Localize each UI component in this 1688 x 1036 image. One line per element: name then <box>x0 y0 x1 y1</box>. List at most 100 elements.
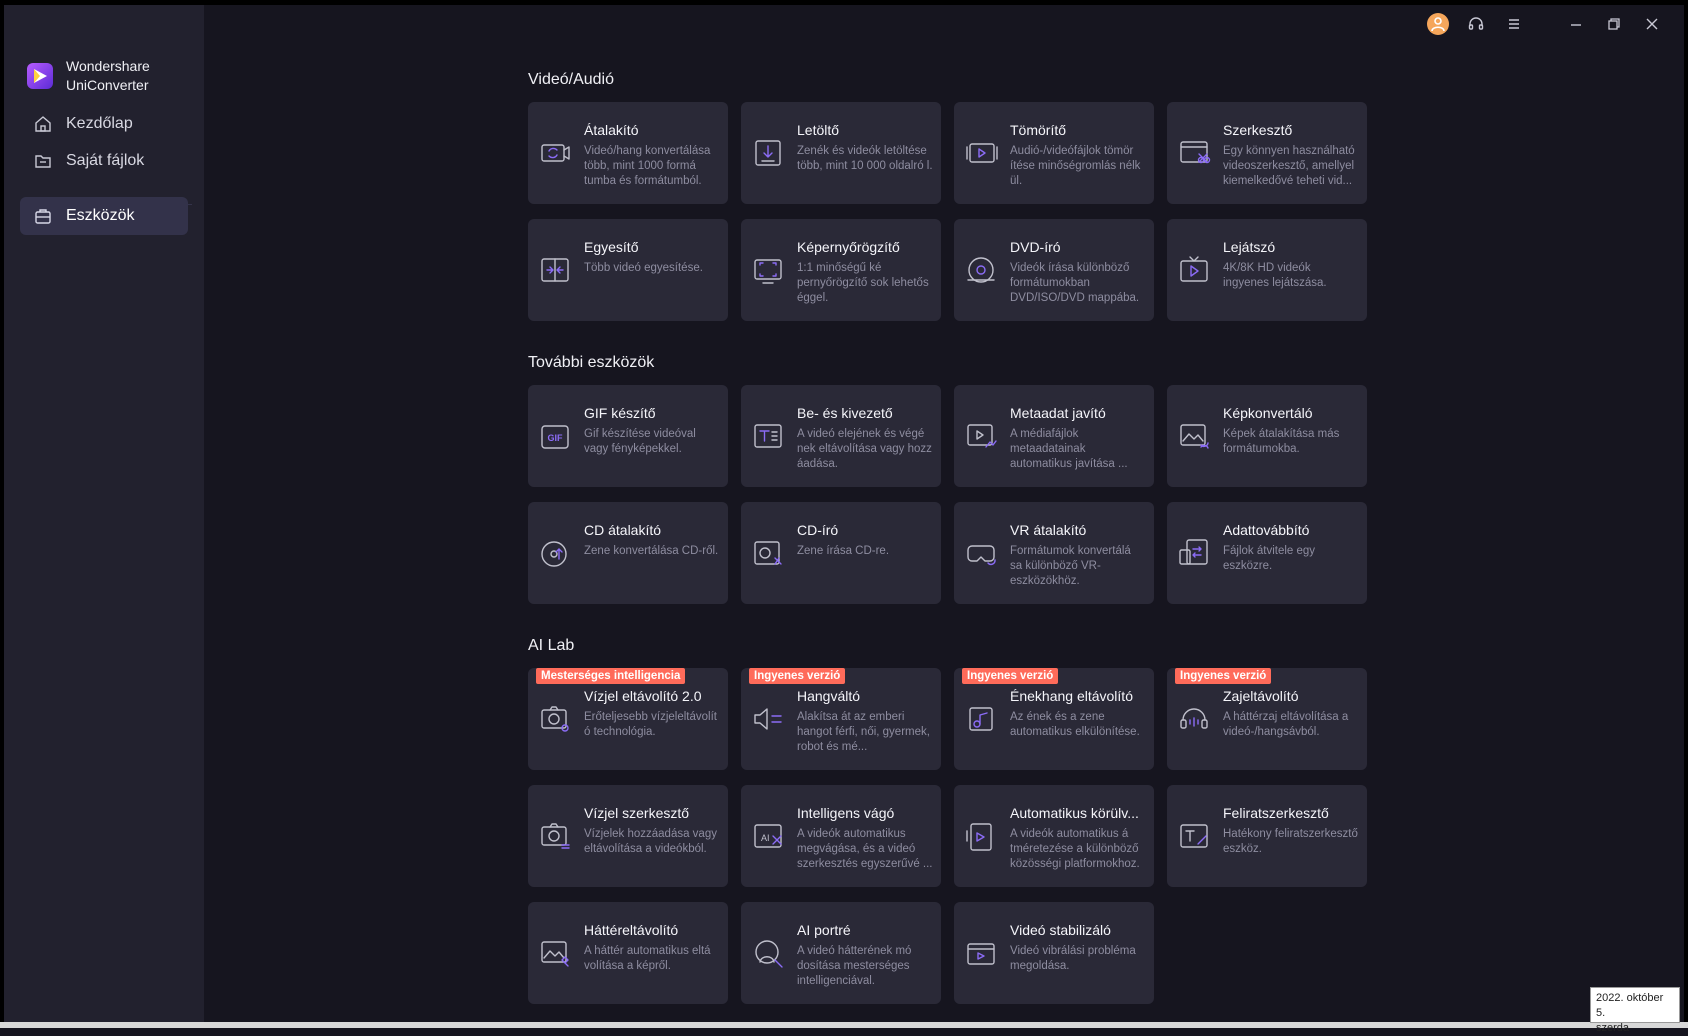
tool-card-smart-trim[interactable]: AI Intelligens vágó A videók automatikus m… <box>741 785 941 887</box>
tool-card-intro-outro[interactable]: Be- és kivezető A videó elejének és végé … <box>741 385 941 487</box>
tool-card-metadata[interactable]: Metaadat javító A médiafájlok metaadatain… <box>954 385 1154 487</box>
card-title: Szerkesztő <box>1223 122 1293 138</box>
card-description: Képek átalakítása más formátumokba. <box>1223 428 1340 455</box>
tool-card-transfer[interactable]: Adattovábbító Fájlok átvitele egy eszközr… <box>1167 502 1367 604</box>
card-title: Adattovábbító <box>1223 522 1310 538</box>
menu-button[interactable] <box>1500 12 1528 36</box>
card-description: Alakítsa át az emberi hangot férfi, női,… <box>797 711 930 753</box>
nav-item-home[interactable]: Kezdőlap <box>20 105 188 143</box>
support-button[interactable] <box>1462 12 1490 36</box>
tool-card-image-convert[interactable]: Képkonvertáló Képek átalakítása más formá… <box>1167 385 1367 487</box>
card-title: Metaadat javító <box>1010 405 1106 421</box>
card-title: Egyesítő <box>584 239 639 255</box>
card-title: Tömörítő <box>1010 122 1067 138</box>
stabilize-icon <box>964 936 998 970</box>
title-bar-controls <box>1424 12 1666 36</box>
bg-remove-icon <box>538 936 572 970</box>
brand-name: Wondershare UniConverter <box>66 58 150 93</box>
tool-card-cd-burn[interactable]: CD-író Zene írása CD-re. <box>741 502 941 604</box>
tool-card-subtitle[interactable]: Feliratszerkesztő Hatékony feliratszerkes… <box>1167 785 1367 887</box>
card-description: Videó/hang konvertálása több, mint 1000 … <box>584 145 711 187</box>
minimize-button[interactable] <box>1562 12 1590 36</box>
taskbar-date: 2022. október 5. <box>1596 992 1664 1019</box>
card-badge: Ingyenes verzió <box>962 668 1059 684</box>
account-button[interactable] <box>1424 12 1452 36</box>
card-title: Átalakító <box>584 122 639 138</box>
tool-card-gif[interactable]: GIF GIF készítő Gif készítése videóval vag… <box>528 385 728 487</box>
tool-card-convert[interactable]: Átalakító Videó/hang konvertálása több, m… <box>528 102 728 204</box>
close-icon <box>1646 18 1658 30</box>
card-title: Feliratszerkesztő <box>1223 805 1329 821</box>
card-title: Énekhang eltávolító <box>1010 688 1133 704</box>
tool-card-stabilize[interactable]: Videó stabilizáló Videó vibrálási problém… <box>954 902 1154 1004</box>
tool-card-merge[interactable]: Egyesítő Több videó egyesítése. <box>528 219 728 321</box>
card-title: Képkonvertáló <box>1223 405 1313 421</box>
tool-card-vocal-remove[interactable]: Ingyenes verzió Énekhang eltávolító Az éne… <box>954 668 1154 770</box>
card-description: Az ének és a zene automatikus elkülöníté… <box>1010 711 1140 738</box>
card-title: CD átalakító <box>584 522 662 538</box>
card-title: Hangváltó <box>797 688 861 704</box>
card-title: Vízjel szerkesztő <box>584 805 690 821</box>
tool-card-compress[interactable]: Tömörítő Audió-/videófájlok tömör ítése m… <box>954 102 1154 204</box>
taskbar-weekday: szerda <box>1596 1022 1630 1034</box>
card-description: Zene írása CD-re. <box>797 545 890 557</box>
tool-card-ai-portrait[interactable]: AI portré A videó hátterének mó dosítása … <box>741 902 941 1004</box>
toolbox-icon <box>35 209 51 224</box>
transfer-icon <box>1177 536 1211 570</box>
voice-change-icon <box>751 702 785 736</box>
card-description: Gif készítése videóval vagy fényképekkel… <box>584 428 696 455</box>
nav-item-my-files[interactable]: Saját fájlok <box>20 142 188 180</box>
vr-icon <box>964 536 998 570</box>
card-title: Zajeltávolító <box>1223 688 1299 704</box>
auto-reframe-icon <box>964 819 998 853</box>
card-title: AI portré <box>797 922 851 938</box>
minimize-icon <box>1571 24 1581 26</box>
tool-card-download[interactable]: Letöltő Zenék és videók letöltése több, m… <box>741 102 941 204</box>
tool-card-cd-convert[interactable]: CD átalakító Zene konvertálása CD-ről. <box>528 502 728 604</box>
close-button[interactable] <box>1638 12 1666 36</box>
tool-card-vr[interactable]: VR átalakító Formátumok konvertálá sa kül… <box>954 502 1154 604</box>
watermark-remove-icon <box>538 702 572 736</box>
card-title: CD-író <box>797 522 839 538</box>
image-convert-icon <box>1177 419 1211 453</box>
tool-card-voice-change[interactable]: Ingyenes verzió Hangváltó Alakítsa át az e… <box>741 668 941 770</box>
tool-card-bg-remove[interactable]: Háttéreltávolító A háttér automatikus elt… <box>528 902 728 1004</box>
tool-card-watermark-remove[interactable]: Mesterséges intelligencia Vízjel eltávolí… <box>528 668 728 770</box>
user-icon <box>1431 17 1445 32</box>
tool-card-dvd[interactable]: DVD-író Videók írása különböző formátumok… <box>954 219 1154 321</box>
home-icon <box>35 116 51 132</box>
tool-card-screen-record[interactable]: Képernyőrögzítő 1:1 minőségű ké pernyőrög… <box>741 219 941 321</box>
cd-burn-icon <box>751 536 785 570</box>
tool-card-player[interactable]: Lejátszó 4K/8K HD videók ingyenes lejátsz… <box>1167 219 1367 321</box>
nav-item-tools[interactable]: Eszközök <box>20 197 188 235</box>
card-description: Fájlok átvitele egy eszközre. <box>1223 545 1316 572</box>
card-title: GIF készítő <box>584 405 656 421</box>
headset-icon <box>1468 17 1484 30</box>
card-description: A videók automatikus á tméretezése a kül… <box>1010 828 1140 870</box>
tool-card-auto-reframe[interactable]: Automatikus körülv... A videók automatiku… <box>954 785 1154 887</box>
merge-icon <box>538 253 572 287</box>
metadata-icon <box>964 419 998 453</box>
card-description: A videó hátterének mó dosítása mesterség… <box>797 945 912 987</box>
cd-convert-icon <box>538 536 572 570</box>
brand[interactable]: Wondershare UniConverter <box>26 57 150 95</box>
player-icon <box>1177 253 1211 287</box>
card-description: Hatékony feliratszerkesztő eszköz. <box>1223 828 1358 855</box>
compress-icon <box>964 136 998 170</box>
taskbar-clock[interactable]: 2022. október 5. szerda <box>1590 987 1680 1034</box>
card-title: Képernyőrögzítő <box>797 239 900 255</box>
svg-text:GIF: GIF <box>548 433 564 443</box>
vocal-remove-icon <box>964 702 998 736</box>
avatar <box>1427 13 1449 35</box>
card-description: 1:1 minőségű ké pernyőrögzítő sok lehető… <box>797 262 929 304</box>
dvd-icon <box>964 253 998 287</box>
editor-icon <box>1177 136 1211 170</box>
tool-card-noise-remove[interactable]: Ingyenes verzió Zajeltávolító A háttérzaj … <box>1167 668 1367 770</box>
intro-outro-icon <box>751 419 785 453</box>
restore-button[interactable] <box>1600 12 1628 36</box>
card-title: Lejátszó <box>1223 239 1276 255</box>
card-description: A háttérzaj eltávolítása a videó-/hangsá… <box>1223 711 1349 738</box>
tool-card-watermark-edit[interactable]: Vízjel szerkesztő Vízjelek hozzáadása vag… <box>528 785 728 887</box>
card-title: DVD-író <box>1010 239 1061 255</box>
tool-card-editor[interactable]: Szerkesztő Egy könnyen használható videos… <box>1167 102 1367 204</box>
